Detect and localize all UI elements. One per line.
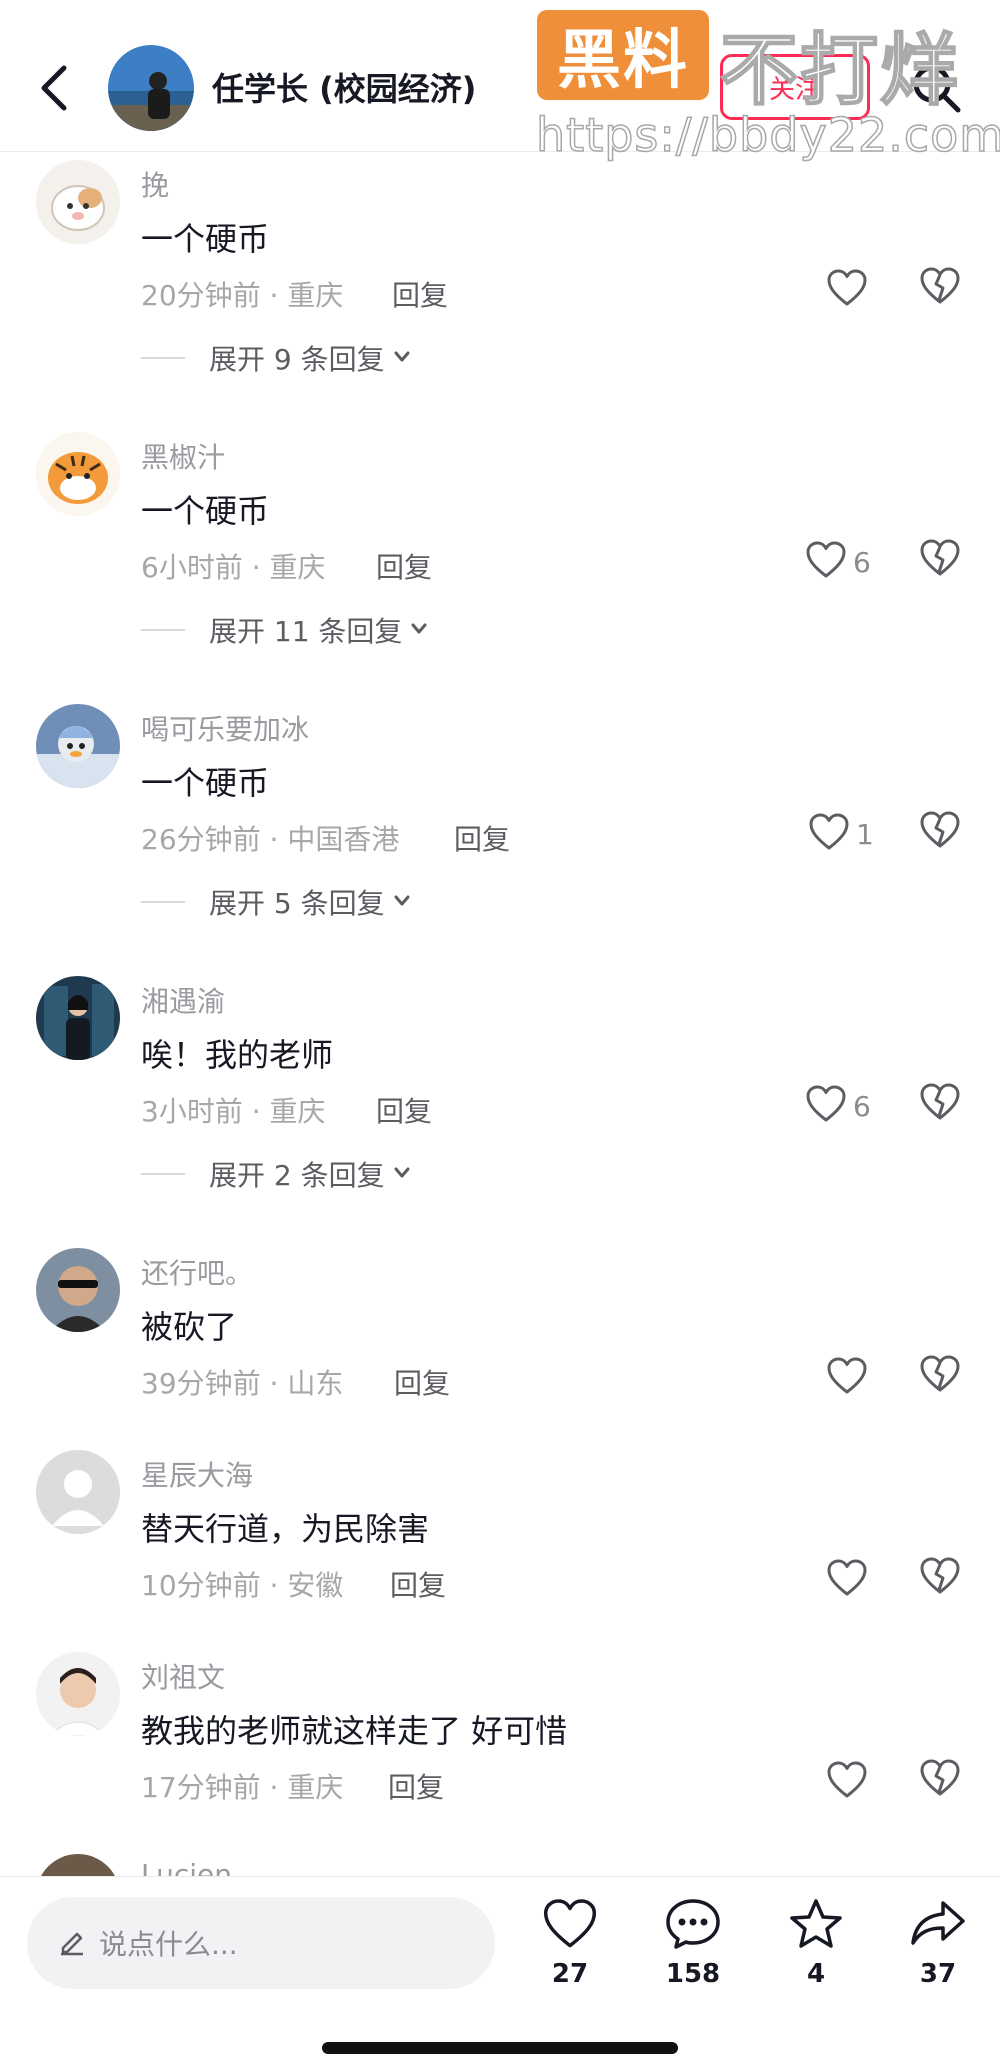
heart-icon bbox=[826, 1356, 868, 1400]
top-bar: 任学长 (校园经济) 关注 黑料 不打烊 https://bbdy22.com bbox=[0, 0, 1000, 163]
comment-text: 一个硬币 bbox=[141, 492, 270, 530]
expand-label: 展开 5 条回复 bbox=[209, 887, 385, 920]
comment-meta: 17分钟前 · 重庆 bbox=[141, 1771, 344, 1804]
like-count: 1 bbox=[856, 817, 874, 851]
commenter-avatar[interactable] bbox=[36, 432, 120, 516]
commenter-name[interactable]: 挽 bbox=[141, 164, 169, 204]
commenter-name[interactable]: 还行吧。 bbox=[141, 1252, 253, 1292]
like-button[interactable] bbox=[826, 1758, 868, 1806]
heart-icon bbox=[826, 1760, 868, 1804]
commenter-name[interactable]: 黑椒汁 bbox=[141, 436, 225, 476]
reply-button[interactable]: 回复 bbox=[454, 818, 510, 858]
commenter-avatar[interactable] bbox=[36, 1450, 120, 1534]
watermark-text: 不打烊 bbox=[719, 25, 961, 117]
comment-meta: 39分钟前 · 山东 bbox=[141, 1367, 344, 1400]
reply-button[interactable]: 回复 bbox=[388, 1766, 444, 1806]
reply-button[interactable]: 回复 bbox=[376, 1090, 432, 1130]
comment-text: 一个硬币 bbox=[141, 220, 270, 258]
expand-label: 展开 9 条回复 bbox=[209, 343, 385, 376]
comment-action[interactable]: 158 bbox=[648, 1897, 738, 2007]
comment-text: 被砍了 bbox=[141, 1308, 238, 1346]
reply-button[interactable]: 回复 bbox=[376, 546, 432, 586]
favorite-action[interactable]: 4 bbox=[771, 1897, 861, 2007]
heart-icon bbox=[805, 540, 847, 584]
expand-divider bbox=[141, 901, 185, 903]
like-button[interactable] bbox=[826, 1556, 868, 1604]
comment-count: 158 bbox=[665, 1959, 721, 1989]
dislike-icon[interactable] bbox=[919, 810, 965, 858]
pencil-icon bbox=[57, 1926, 87, 1960]
favorite-count: 4 bbox=[806, 1959, 826, 1989]
like-count: 27 bbox=[551, 1959, 589, 1989]
chevron-down-icon bbox=[393, 349, 411, 368]
expand-replies[interactable]: 展开 2 条回复 bbox=[141, 1154, 411, 1194]
author-avatar[interactable] bbox=[108, 45, 194, 131]
watermark-logo: 黑料 bbox=[537, 10, 709, 100]
home-indicator[interactable] bbox=[322, 2042, 678, 2054]
comment-input-placeholder: 说点什么... bbox=[99, 1928, 238, 1961]
dislike-icon[interactable] bbox=[919, 266, 965, 314]
dislike-icon[interactable] bbox=[919, 1556, 965, 1604]
expand-label: 展开 2 条回复 bbox=[209, 1159, 385, 1192]
like-count: 6 bbox=[853, 545, 871, 579]
like-button[interactable] bbox=[826, 1354, 868, 1402]
like-button[interactable]: 6 bbox=[805, 538, 871, 586]
chevron-down-icon bbox=[410, 621, 428, 640]
expand-label: 展开 11 条回复 bbox=[209, 615, 403, 648]
heart-icon bbox=[541, 1899, 599, 1955]
watermark-url: https://bbdy22.com bbox=[535, 107, 1000, 163]
dislike-icon[interactable] bbox=[919, 1354, 965, 1402]
expand-replies[interactable]: 展开 5 条回复 bbox=[141, 882, 411, 922]
like-button[interactable]: 1 bbox=[808, 810, 874, 858]
back-icon[interactable] bbox=[34, 58, 74, 118]
comment-text: 一个硬币 bbox=[141, 764, 270, 802]
author-name[interactable]: 任学长 (校园经济) bbox=[212, 64, 476, 110]
expand-divider bbox=[141, 629, 185, 631]
chevron-down-icon bbox=[393, 1165, 411, 1184]
commenter-name[interactable]: 星辰大海 bbox=[141, 1454, 253, 1494]
comment-bubble-icon bbox=[664, 1899, 722, 1955]
commenter-avatar[interactable] bbox=[36, 160, 120, 244]
commenter-name[interactable]: 喝可乐要加冰 bbox=[141, 708, 309, 748]
commenter-avatar[interactable] bbox=[36, 976, 120, 1060]
comment-meta: 26分钟前 · 中国香港 bbox=[141, 823, 400, 856]
share-action[interactable]: 37 bbox=[893, 1897, 983, 2007]
expand-divider bbox=[141, 1173, 185, 1175]
comment-meta: 20分钟前 · 重庆 bbox=[141, 279, 344, 312]
share-count: 37 bbox=[919, 1959, 957, 1989]
like-button[interactable] bbox=[826, 266, 868, 314]
reply-button[interactable]: 回复 bbox=[394, 1362, 450, 1402]
comment-input[interactable]: 说点什么... bbox=[27, 1897, 495, 1989]
reply-button[interactable]: 回复 bbox=[392, 274, 448, 314]
heart-icon bbox=[805, 1084, 847, 1128]
comment-meta: 6小时前 · 重庆 bbox=[141, 551, 326, 584]
dislike-icon[interactable] bbox=[919, 538, 965, 586]
commenter-avatar[interactable] bbox=[36, 1248, 120, 1332]
chevron-down-icon bbox=[393, 893, 411, 912]
dislike-icon[interactable] bbox=[919, 1758, 965, 1806]
heart-icon bbox=[826, 268, 868, 312]
heart-icon bbox=[808, 812, 850, 856]
expand-replies[interactable]: 展开 11 条回复 bbox=[141, 610, 428, 650]
share-arrow-icon bbox=[909, 1901, 967, 1955]
dislike-icon[interactable] bbox=[919, 1082, 965, 1130]
expand-replies[interactable]: 展开 9 条回复 bbox=[141, 338, 411, 378]
star-icon bbox=[787, 1899, 845, 1955]
commenter-name[interactable]: 湘遇渝 bbox=[141, 980, 225, 1020]
like-button[interactable]: 6 bbox=[805, 1082, 871, 1130]
comment-text: 教我的老师就这样走了 好可惜 bbox=[141, 1712, 568, 1750]
comment-text: 唉！我的老师 bbox=[141, 1036, 334, 1074]
comment-text: 替天行道，为民除害 bbox=[141, 1510, 430, 1548]
comment-meta: 3小时前 · 重庆 bbox=[141, 1095, 326, 1128]
like-count: 6 bbox=[853, 1089, 871, 1123]
expand-divider bbox=[141, 357, 185, 359]
commenter-avatar[interactable] bbox=[36, 1652, 120, 1736]
comment-meta: 10分钟前 · 安徽 bbox=[141, 1569, 344, 1602]
reply-button[interactable]: 回复 bbox=[390, 1564, 446, 1604]
commenter-avatar[interactable] bbox=[36, 704, 120, 788]
commenter-name[interactable]: 刘祖文 bbox=[141, 1656, 225, 1696]
heart-icon bbox=[826, 1558, 868, 1602]
bottom-action-bar: 说点什么... 27 158 4 37 bbox=[0, 1876, 1000, 2071]
like-action[interactable]: 27 bbox=[525, 1897, 615, 2007]
